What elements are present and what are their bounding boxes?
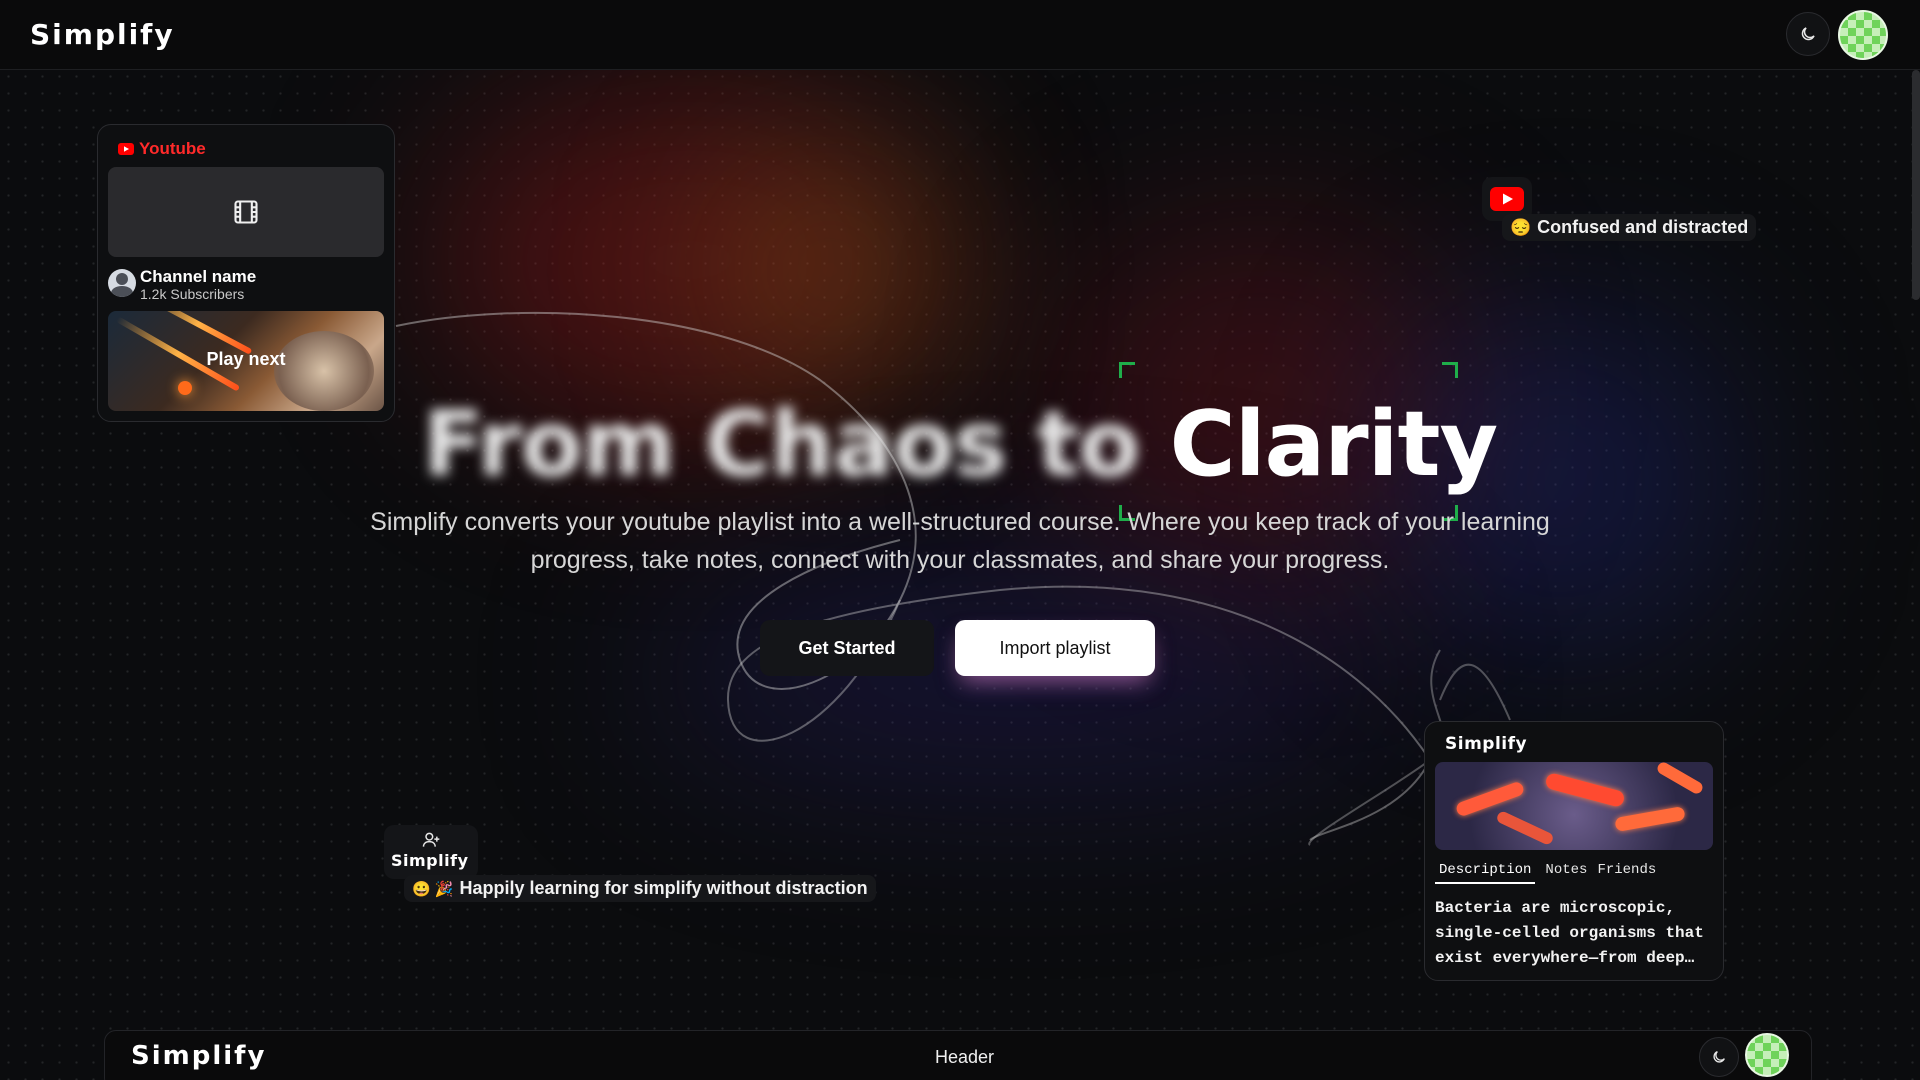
channel-name[interactable]: Channel name: [140, 267, 256, 287]
brand-logo[interactable]: Simplify: [30, 18, 175, 51]
hero-title-blurred: From Chaos to: [422, 392, 1140, 497]
import-playlist-button[interactable]: Import playlist: [955, 620, 1155, 676]
happy-status-chip: 😀 🎉 Happily learning for simplify withou…: [404, 875, 876, 902]
tab-description[interactable]: Description: [1435, 862, 1536, 884]
user-avatar[interactable]: [1838, 10, 1888, 60]
youtube-icon: [118, 143, 134, 155]
hero-title-clear: Clarity: [1169, 392, 1499, 497]
youtube-source-label: Youtube: [118, 139, 206, 159]
badge-brand: Simplify: [391, 851, 469, 870]
video-placeholder[interactable]: [108, 167, 384, 257]
channel-avatar: [108, 269, 136, 297]
theme-toggle-button[interactable]: [1786, 12, 1830, 56]
lesson-preview-card: Simplify Description Notes Friends Bacte…: [1424, 721, 1724, 981]
tab-friends[interactable]: Friends: [1597, 862, 1656, 884]
focus-corner-tr: [1442, 362, 1458, 378]
film-icon: [234, 200, 258, 224]
header-preview-theme-toggle[interactable]: [1699, 1037, 1739, 1077]
happy-emoji-icons: 😀 🎉: [412, 880, 454, 898]
hero-description: Simplify converts your youtube playlist …: [370, 508, 1550, 574]
youtube-source-text: Youtube: [139, 139, 206, 158]
sad-face-icon: 😔: [1510, 217, 1532, 237]
lesson-tabs: Description Notes Friends: [1435, 862, 1656, 884]
add-user-icon: [422, 832, 440, 847]
page-scrollbar[interactable]: [1912, 70, 1920, 300]
header-preview-bar: Simplify Header: [104, 1030, 1812, 1080]
lesson-description-text: Bacteria are microscopic, single-celled …: [1435, 899, 1704, 967]
youtube-play-icon: [1490, 187, 1524, 211]
get-started-button[interactable]: Get Started: [760, 620, 934, 676]
lesson-thumbnail: [1435, 762, 1713, 850]
top-navbar: Simplify: [0, 0, 1920, 70]
confused-status-chip: 😔 Confused and distracted: [1502, 214, 1757, 241]
focus-corner-tl: [1119, 362, 1135, 378]
channel-subscribers: 1.2k Subscribers: [140, 286, 245, 302]
moon-icon: [1713, 1051, 1725, 1063]
play-next-label: Play next: [206, 349, 286, 369]
header-preview-brand[interactable]: Simplify: [131, 1041, 266, 1071]
tab-notes[interactable]: Notes: [1545, 862, 1587, 884]
confused-status-text: Confused and distracted: [1537, 217, 1749, 237]
header-preview-label: Header: [935, 1047, 995, 1067]
happy-status-text: Happily learning for simplify without di…: [459, 878, 868, 898]
youtube-preview-card: Youtube Channel name 1.2k Subscribers Pl…: [97, 124, 395, 422]
moon-icon: [1801, 27, 1815, 41]
header-preview-avatar[interactable]: [1745, 1033, 1789, 1077]
simplify-user-badge: Simplify: [384, 825, 478, 879]
lesson-card-brand: Simplify: [1445, 734, 1528, 754]
play-next-thumbnail[interactable]: Play next: [108, 311, 384, 411]
